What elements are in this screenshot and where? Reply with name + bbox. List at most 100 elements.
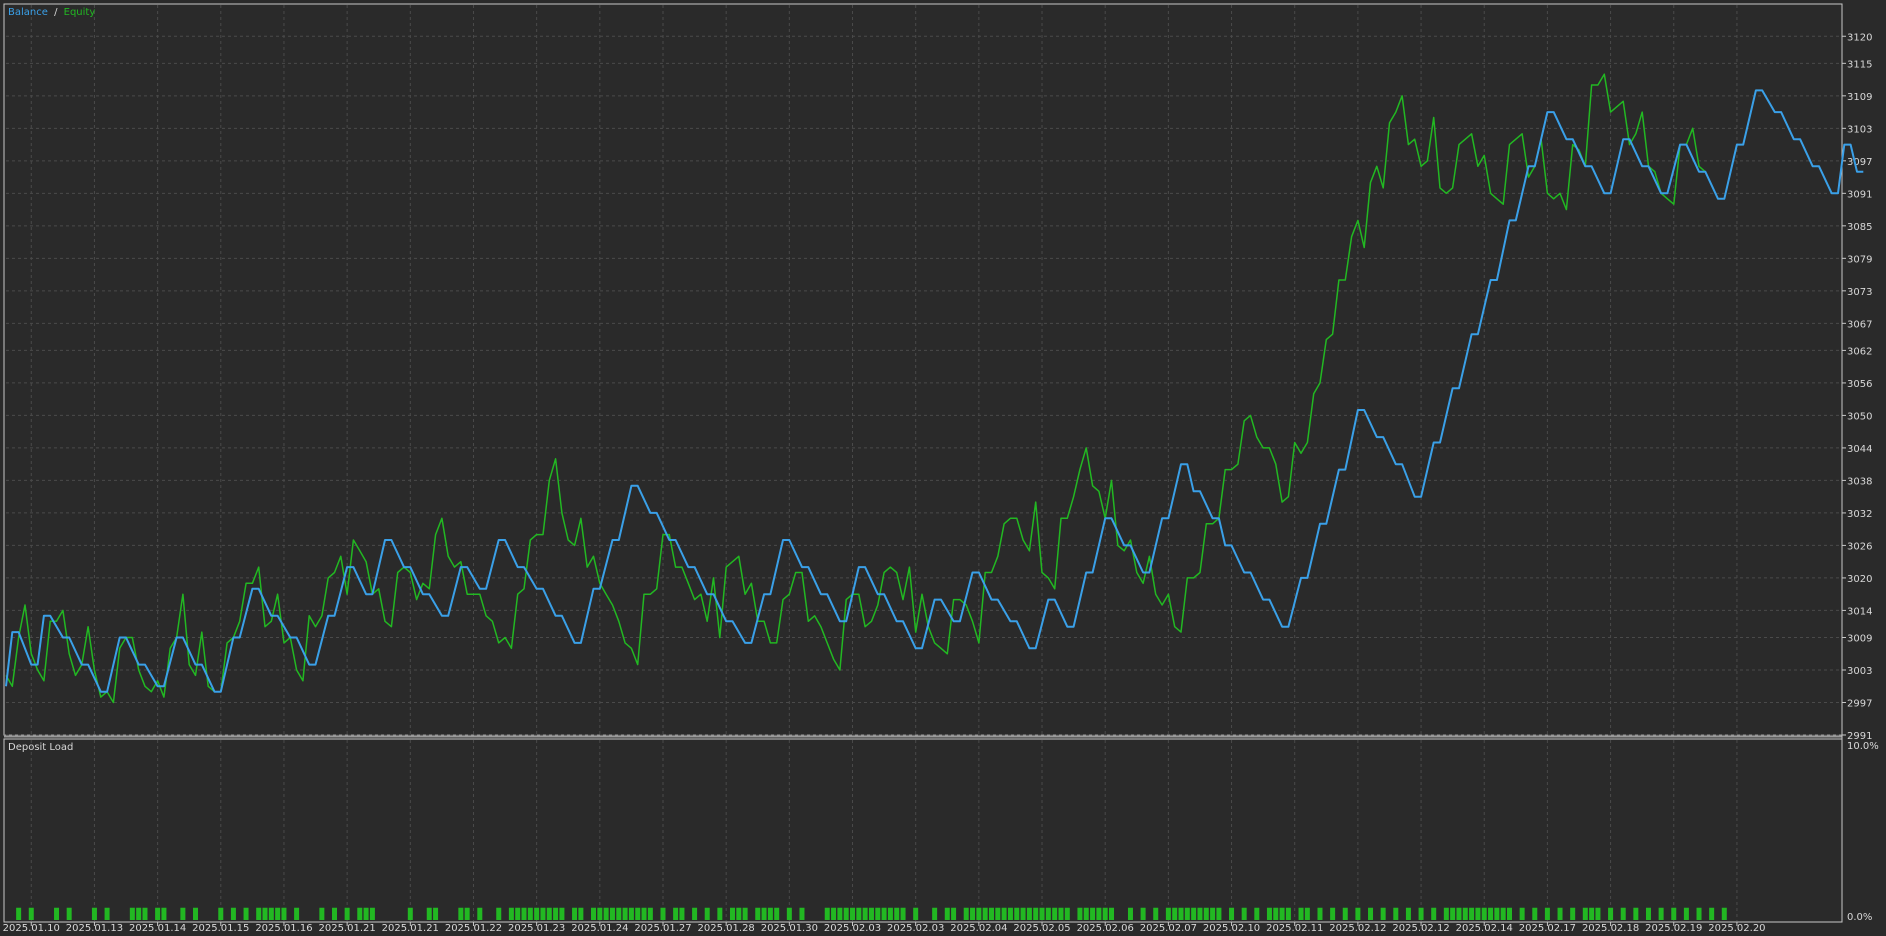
deposit-load-bar (1052, 907, 1058, 920)
deposit-load-bar (294, 907, 300, 920)
deposit-load-bar (540, 907, 546, 920)
deposit-load-bar (1064, 907, 1070, 920)
y-tick-label: 3014 (1847, 606, 1872, 617)
y-tick-label: 3050 (1847, 411, 1872, 422)
deposit-load-bar (1443, 907, 1449, 920)
deposit-load-bar (256, 907, 262, 920)
deposit-load-bar (243, 907, 249, 920)
deposit-load-bar (91, 907, 97, 920)
deposit-load-bar (508, 907, 514, 920)
y-tick-label: 3067 (1847, 319, 1872, 330)
x-tick-label: 2025.02.12 (1329, 923, 1386, 934)
y-tick-label: 3009 (1847, 634, 1872, 645)
deposit-load-bar (1020, 907, 1026, 920)
y-tick-label: 2997 (1847, 699, 1872, 710)
y-tick-label: 3085 (1847, 222, 1872, 233)
legend-balance: Balance (8, 7, 48, 18)
deposit-load-bar (692, 907, 698, 920)
deposit-load-bar (1165, 907, 1171, 920)
deposit-y-tick-label: 10.0% (1847, 741, 1879, 752)
deposit-load-bar (281, 907, 287, 920)
deposit-load-bar (704, 907, 710, 920)
deposit-load-bar (831, 907, 837, 920)
deposit-load-bar (344, 907, 350, 920)
x-tick-label: 2025.01.13 (66, 923, 123, 934)
deposit-load-bar (850, 907, 856, 920)
deposit-load-bar (1620, 907, 1626, 920)
deposit-y-tick-label: 0.0% (1847, 912, 1872, 923)
deposit-load-bar (982, 907, 988, 920)
deposit-load-bar (1507, 907, 1513, 920)
deposit-load-bar (673, 907, 679, 920)
deposit-load-bar (647, 907, 653, 920)
chart-canvas: 3120 3115 3109 3103 3097 3091 3085 3079 3073 3067… (0, 0, 1886, 936)
deposit-load-bar (426, 907, 432, 920)
y-tick-label: 3032 (1847, 509, 1872, 520)
deposit-load-bar (1127, 907, 1133, 920)
y-tick-label: 3103 (1847, 124, 1872, 135)
deposit-load-bar (1532, 907, 1538, 920)
x-tick-label: 2025.01.27 (634, 923, 691, 934)
deposit-load-bar (1456, 907, 1462, 920)
deposit-load-bar (1462, 907, 1468, 920)
deposit-load-bar (1544, 907, 1550, 920)
deposit-load-bar (534, 907, 540, 920)
deposit-load-bar (1241, 907, 1247, 920)
deposit-load-bar (1450, 907, 1456, 920)
deposit-load-bar (1140, 907, 1146, 920)
deposit-load-bar (1696, 907, 1702, 920)
deposit-load-bar (1475, 907, 1481, 920)
deposit-load-bar (1090, 907, 1096, 920)
deposit-load-bar (578, 907, 584, 920)
x-tick-label: 2025.01.24 (571, 923, 628, 934)
x-tick-label: 2025.01.16 (255, 923, 312, 934)
deposit-load-bar (1266, 907, 1272, 920)
y-tick-label: 3073 (1847, 287, 1872, 298)
deposit-load-bar (843, 907, 849, 920)
deposit-load-bar (1172, 907, 1178, 920)
deposit-load-bar (1633, 907, 1639, 920)
deposit-load-bar (1570, 907, 1576, 920)
deposit-load-bar (622, 907, 628, 920)
deposit-load-bar (1229, 907, 1235, 920)
deposit-load-bar (357, 907, 363, 920)
deposit-load-bar (1645, 907, 1651, 920)
deposit-load-bar (572, 907, 578, 920)
y-tick-label: 3097 (1847, 157, 1872, 168)
deposit-load-bar (1058, 907, 1064, 920)
deposit-load-bar (1273, 907, 1279, 920)
deposit-load-bar (729, 907, 735, 920)
deposit-load-bar (319, 907, 325, 920)
x-tick-label: 2025.01.14 (129, 923, 186, 934)
deposit-load-bar (1109, 907, 1115, 920)
deposit-load-bar (104, 907, 110, 920)
deposit-load-bar (951, 907, 957, 920)
deposit-load-bar (1039, 907, 1045, 920)
deposit-load-bar (363, 907, 369, 920)
deposit-load-bar (1709, 907, 1715, 920)
deposit-load-bar (755, 907, 761, 920)
x-tick-label: 2025.02.05 (1013, 923, 1070, 934)
deposit-load-bar (496, 907, 502, 920)
x-tick-label: 2025.01.23 (508, 923, 565, 934)
deposit-load-bars (16, 907, 1727, 920)
deposit-load-bar (913, 907, 919, 920)
deposit-load-bar (1330, 907, 1336, 920)
deposit-load-bar (1519, 907, 1525, 920)
deposit-load-bar (1469, 907, 1475, 920)
deposit-load-bar (1096, 907, 1102, 920)
deposit-load-bar (881, 907, 887, 920)
deposit-load-bar (875, 907, 881, 920)
deposit-load-bar (1405, 907, 1411, 920)
deposit-load-bar (761, 907, 767, 920)
deposit-load-bar (515, 907, 521, 920)
deposit-load-bar (635, 907, 641, 920)
y-tick-label: 3026 (1847, 541, 1872, 552)
deposit-load-bar (433, 907, 439, 920)
chart-background (0, 0, 1886, 936)
deposit-load-bar (1393, 907, 1399, 920)
x-tick-label: 2025.01.22 (445, 923, 502, 934)
deposit-load-bar (786, 907, 792, 920)
deposit-load-bar (369, 907, 375, 920)
deposit-load-bar (995, 907, 1001, 920)
